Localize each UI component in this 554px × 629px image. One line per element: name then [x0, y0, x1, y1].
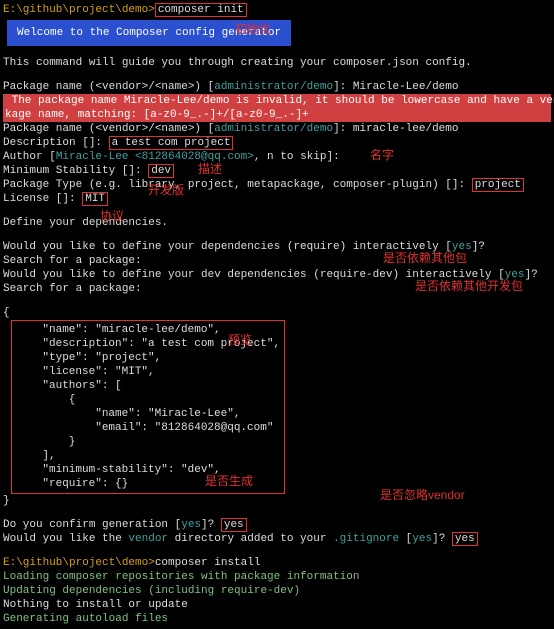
intro-text: This command will guide you through crea…	[3, 56, 551, 70]
prompt-path: E:\github\project\demo>	[3, 4, 155, 16]
terminal-output: E:\github\project\demo>composer init Wel…	[0, 0, 554, 629]
annotation-dev: 开发版	[148, 183, 184, 197]
annotation-dep-other: 是否依赖其他包	[383, 251, 467, 265]
annotation-license: 协议	[100, 209, 124, 223]
cmd-init: composer init	[155, 3, 247, 17]
cmd-install: composer install	[155, 557, 261, 569]
annotation-generate: 是否生成	[205, 474, 253, 488]
confirm-input: yes	[221, 518, 247, 532]
license-input: MIT	[82, 192, 108, 206]
annotation-ignore: 是否忽略vendor	[380, 488, 465, 502]
description-input: a test com project	[109, 136, 234, 150]
annotation-desc: 描述	[198, 162, 222, 176]
annotation-dep-dev: 是否依赖其他开发包	[415, 279, 523, 293]
annotation-init: 初始化	[235, 22, 271, 36]
error-line1: The package name Miracle-Lee/demo is inv…	[3, 94, 551, 108]
error-line2: kage name, matching: [a-z0-9_.-]+/[a-z0-…	[3, 108, 551, 122]
annotation-name: 名字	[370, 148, 394, 162]
annotation-preview: 预览	[228, 333, 252, 347]
gitignore-input: yes	[452, 532, 478, 546]
type-input: project	[472, 178, 524, 192]
stability-input: dev	[148, 164, 174, 178]
